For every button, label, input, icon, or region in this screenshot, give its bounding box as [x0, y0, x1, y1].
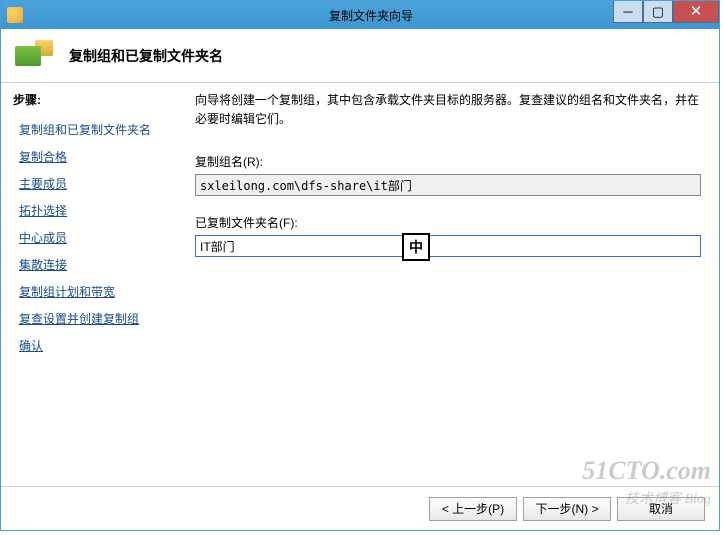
step-review-create[interactable]: 复查设置并创建复制组 — [13, 305, 165, 332]
description-text: 向导将创建一个复制组，其中包含承载文件夹目标的服务器。复查建议的组名和文件夹名，… — [195, 91, 701, 129]
minimize-button[interactable]: ─ — [613, 1, 643, 23]
app-icon — [7, 7, 23, 23]
group-name-label: 复制组名(R): — [195, 153, 701, 170]
steps-sidebar: 步骤: 复制组和已复制文件夹名 复制合格 主要成员 拓扑选择 中心成员 集散连接… — [1, 83, 177, 486]
folder-name-label: 已复制文件夹名(F): — [195, 214, 701, 231]
step-schedule-bandwidth[interactable]: 复制组计划和带宽 — [13, 278, 165, 305]
prev-button[interactable]: < 上一步(P) — [429, 497, 517, 521]
step-primary-member[interactable]: 主要成员 — [13, 170, 165, 197]
cancel-button[interactable]: 取消 — [617, 497, 705, 521]
wizard-footer: 51CTO.com 技术博客 Blog < 上一步(P) 下一步(N) > 取消 — [1, 486, 719, 530]
main-panel: 向导将创建一个复制组，其中包含承载文件夹目标的服务器。复查建议的组名和文件夹名，… — [177, 83, 719, 486]
step-eligibility[interactable]: 复制合格 — [13, 143, 165, 170]
wizard-icon — [15, 36, 55, 76]
next-button[interactable]: 下一步(N) > — [523, 497, 611, 521]
ime-char: 中 — [409, 237, 423, 257]
step-hub-spoke[interactable]: 集散连接 — [13, 251, 165, 278]
close-button[interactable]: ✕ — [673, 1, 719, 23]
wizard-body: 步骤: 复制组和已复制文件夹名 复制合格 主要成员 拓扑选择 中心成员 集散连接… — [1, 83, 719, 486]
titlebar[interactable]: 复制文件夹向导 ─ ▢ ✕ — [1, 1, 719, 29]
maximize-button[interactable]: ▢ — [643, 1, 673, 23]
step-hub-members[interactable]: 中心成员 — [13, 224, 165, 251]
page-title: 复制组和已复制文件夹名 — [69, 46, 223, 66]
wizard-window: 复制文件夹向导 ─ ▢ ✕ 复制组和已复制文件夹名 步骤: 复制组和已复制文件夹… — [0, 0, 720, 531]
step-group-and-folder-name[interactable]: 复制组和已复制文件夹名 — [13, 116, 165, 143]
wizard-header: 复制组和已复制文件夹名 — [1, 29, 719, 83]
folder-name-input[interactable] — [195, 235, 701, 257]
window-controls: ─ ▢ ✕ — [613, 1, 719, 23]
steps-label: 步骤: — [13, 91, 165, 108]
step-confirm[interactable]: 确认 — [13, 332, 165, 359]
ime-candidate-box[interactable]: 中 — [402, 233, 430, 261]
group-name-input[interactable] — [195, 174, 701, 196]
step-topology[interactable]: 拓扑选择 — [13, 197, 165, 224]
